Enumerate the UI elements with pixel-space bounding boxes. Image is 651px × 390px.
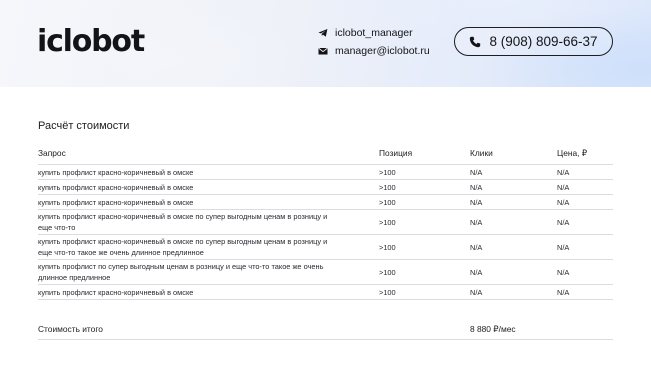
column-header-query: Запрос	[38, 148, 66, 158]
column-header-price: Цена, ₽	[557, 148, 588, 158]
cell-price: N/A	[557, 243, 570, 252]
cell-clicks: N/A	[470, 198, 483, 207]
logo[interactable]: iclobot	[37, 22, 145, 62]
cell-price: N/A	[557, 168, 570, 177]
cell-position: >100	[379, 243, 396, 252]
cell-clicks: N/A	[470, 168, 483, 177]
cell-query: купить профлист красно-коричневый в омск…	[38, 183, 194, 192]
table-header-row: Запрос Позиция Клики Цена, ₽	[38, 143, 613, 165]
telegram-icon	[318, 28, 328, 38]
cell-clicks: N/A	[470, 218, 483, 227]
cell-position: >100	[379, 218, 396, 227]
table-row: купить профлист красно-коричневый в омск…	[38, 210, 613, 235]
column-header-position: Позиция	[379, 148, 413, 158]
total-label: Стоимость итого	[38, 324, 103, 334]
cell-clicks: N/A	[470, 243, 483, 252]
total-value: 8 880 ₽/мес	[470, 324, 516, 334]
telegram-contact[interactable]: iclobot_manager	[318, 27, 413, 39]
cell-position: >100	[379, 198, 396, 207]
table-row: купить профлист по супер выгодным ценам …	[38, 260, 613, 285]
cell-clicks: N/A	[470, 268, 483, 277]
cell-price: N/A	[557, 218, 570, 227]
cell-query: купить профлист красно-коричневый в омск…	[38, 212, 328, 232]
cell-query: купить профлист красно-коричневый в омск…	[38, 168, 194, 177]
total-row: Стоимость итого 8 880 ₽/мес	[38, 318, 613, 340]
table-row: купить профлист красно-коричневый в омск…	[38, 285, 613, 300]
telegram-handle: iclobot_manager	[335, 27, 413, 39]
cell-price: N/A	[557, 198, 570, 207]
cell-price: N/A	[557, 183, 570, 192]
cell-query: купить профлист красно-коричневый в омск…	[38, 198, 194, 207]
email-address: manager@iclobot.ru	[335, 45, 430, 57]
table-row: купить профлист красно-коричневый в омск…	[38, 180, 613, 195]
table-row: купить профлист красно-коричневый в омск…	[38, 235, 613, 260]
header: iclobot iclobot_manager manager@iclobot.…	[0, 0, 651, 87]
cell-query: купить профлист красно-коричневый в омск…	[38, 288, 194, 297]
cell-position: >100	[379, 168, 396, 177]
cost-table: Запрос Позиция Клики Цена, ₽ купить проф…	[38, 143, 613, 300]
email-contact[interactable]: manager@iclobot.ru	[318, 45, 430, 57]
cell-position: >100	[379, 268, 396, 277]
cell-position: >100	[379, 183, 396, 192]
cell-price: N/A	[557, 268, 570, 277]
cell-clicks: N/A	[470, 183, 483, 192]
table-row: купить профлист красно-коричневый в омск…	[38, 195, 613, 210]
column-header-clicks: Клики	[470, 148, 493, 158]
cell-clicks: N/A	[470, 288, 483, 297]
cell-query: купить профлист по супер выгодным ценам …	[38, 262, 324, 282]
cell-price: N/A	[557, 288, 570, 297]
phone-number: 8 (908) 809-66-37	[489, 34, 598, 49]
section-title: Расчёт стоимости	[38, 120, 130, 132]
mail-icon	[318, 46, 328, 56]
cell-position: >100	[379, 288, 396, 297]
table-row: купить профлист красно-коричневый в омск…	[38, 165, 613, 180]
phone-button[interactable]: 8 (908) 809-66-37	[454, 27, 613, 56]
cell-query: купить профлист красно-коричневый в омск…	[38, 237, 328, 257]
phone-icon	[469, 36, 481, 48]
